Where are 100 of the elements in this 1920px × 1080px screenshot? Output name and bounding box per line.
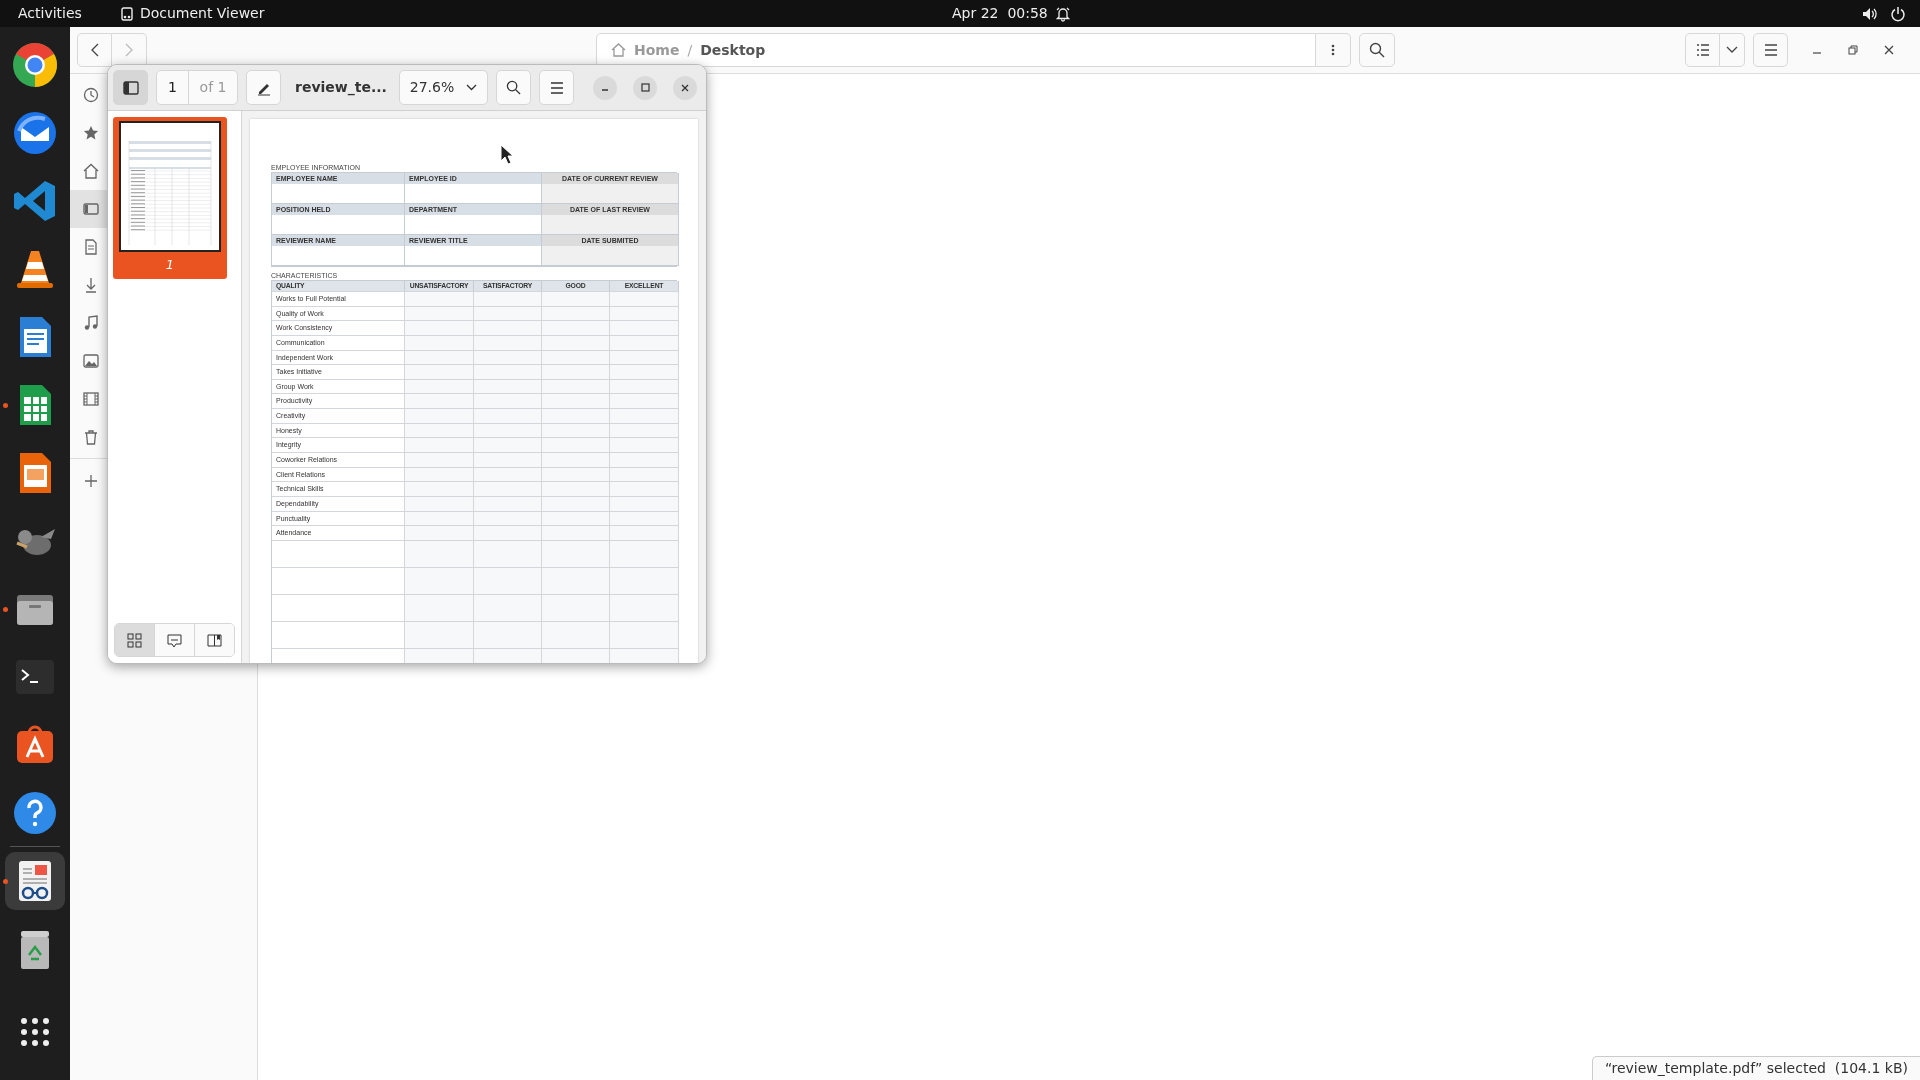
- chevron-right-icon: [125, 43, 133, 57]
- rating-cell: [542, 364, 610, 379]
- music-note-icon: [83, 315, 99, 331]
- table-cell: [610, 539, 679, 567]
- image-icon: [83, 353, 99, 369]
- table-cell: [405, 539, 474, 567]
- rating-cell: [542, 437, 610, 453]
- close-button[interactable]: [673, 75, 697, 100]
- document-viewer-icon: [119, 6, 134, 21]
- table-cell: [542, 539, 610, 567]
- rating-cell: [610, 525, 679, 540]
- sidebar-toggle-button[interactable]: [113, 70, 148, 105]
- rating-cell: [405, 437, 474, 453]
- sidebar-item[interactable]: [70, 190, 107, 228]
- rating-cell: [542, 452, 610, 467]
- chrome-icon: [11, 41, 59, 89]
- rating-cell: [405, 320, 474, 335]
- rating-cell: [542, 393, 610, 409]
- mouse-pointer-icon: [500, 144, 514, 165]
- rating-cell: [405, 452, 474, 467]
- home-icon: [611, 43, 626, 57]
- maximize-button[interactable]: [633, 75, 657, 100]
- power-icon[interactable]: [1890, 5, 1906, 22]
- help-icon: [11, 789, 59, 837]
- rating-cell: [610, 291, 679, 306]
- page-count: of 1: [198, 78, 228, 97]
- rating-cell: [610, 320, 679, 335]
- main-menu-button[interactable]: [1753, 33, 1788, 67]
- table-cell: [474, 593, 542, 621]
- rating-cell: [405, 525, 474, 540]
- rating-cell: [474, 525, 542, 540]
- chevron-down-icon: [466, 84, 478, 91]
- rating-cell: [405, 393, 474, 409]
- view-mode-button[interactable]: [1685, 33, 1720, 67]
- rating-cell: [474, 481, 542, 496]
- rating-cell: [405, 364, 474, 379]
- search-button[interactable]: [1359, 33, 1395, 67]
- rating-cell: [542, 320, 610, 335]
- rating-cell: [542, 291, 610, 306]
- sidebar-mode-tab[interactable]: [195, 624, 234, 656]
- star-icon: [83, 125, 99, 141]
- search-button[interactable]: [496, 70, 531, 105]
- book-icon: [207, 632, 222, 648]
- rating-cell: [405, 408, 474, 423]
- film-icon: [83, 391, 99, 407]
- rating-cell: [405, 481, 474, 496]
- table-cell: [405, 593, 474, 621]
- clock[interactable]: Apr 22 00:58: [952, 3, 1048, 24]
- app-grid-icon[interactable]: [21, 1018, 49, 1046]
- comment-icon: [167, 632, 182, 648]
- rating-cell: [474, 452, 542, 467]
- table-cell: [542, 593, 610, 621]
- table-cell: [474, 620, 542, 648]
- rating-cell: [542, 525, 610, 540]
- maximize-icon: [640, 83, 650, 92]
- grid-icon: [127, 632, 142, 648]
- rating-cell: [542, 481, 610, 496]
- sidebar-mode-tab[interactable]: [115, 624, 155, 656]
- annotate-button[interactable]: [246, 70, 281, 105]
- sidebar-mode-tab[interactable]: [155, 624, 195, 656]
- table-cell: [542, 566, 610, 594]
- rating-cell: [474, 393, 542, 409]
- window-title: review_te...: [295, 78, 385, 98]
- rating-cell: [474, 437, 542, 453]
- menu-button[interactable]: [539, 70, 574, 105]
- search-icon: [1369, 42, 1385, 58]
- app-menu-title[interactable]: Document Viewer: [139, 3, 265, 24]
- rating-cell: [474, 408, 542, 423]
- chevron-down-icon: [1726, 46, 1738, 54]
- page-number-field[interactable]: 1: [157, 71, 189, 104]
- zoom-dropdown[interactable]: 27.6%: [399, 70, 488, 105]
- activities-button[interactable]: Activities: [0, 3, 100, 24]
- rating-cell: [474, 291, 542, 306]
- table-cell: [405, 620, 474, 648]
- path-separator: /: [687, 40, 693, 60]
- restore-icon[interactable]: [1848, 45, 1858, 55]
- rating-cell: [542, 408, 610, 423]
- rating-cell: [405, 291, 474, 306]
- close-icon: [681, 83, 689, 92]
- plus-icon: [83, 473, 99, 489]
- chevron-left-icon: [90, 43, 99, 57]
- table-cell: [610, 566, 679, 594]
- path-segment[interactable]: Desktop: [700, 39, 766, 61]
- close-icon[interactable]: [1884, 45, 1894, 55]
- table-cell: [542, 620, 610, 648]
- trash-icon: [83, 429, 99, 445]
- clock-icon: [83, 87, 99, 103]
- rating-cell: [610, 481, 679, 496]
- dock-item[interactable]: [5, 852, 65, 910]
- menu-icon: [1763, 44, 1778, 56]
- desktop-icon: [83, 201, 99, 217]
- rating-cell: [474, 320, 542, 335]
- download-icon: [83, 277, 99, 293]
- bell-icon[interactable]: [1055, 5, 1070, 22]
- table-cell: [474, 566, 542, 594]
- table-cell: [610, 620, 679, 648]
- sidebar-icon: [122, 80, 139, 95]
- page-thumbnail[interactable]: 1: [113, 117, 227, 279]
- rating-cell: [474, 364, 542, 379]
- bird-icon: [11, 109, 59, 157]
